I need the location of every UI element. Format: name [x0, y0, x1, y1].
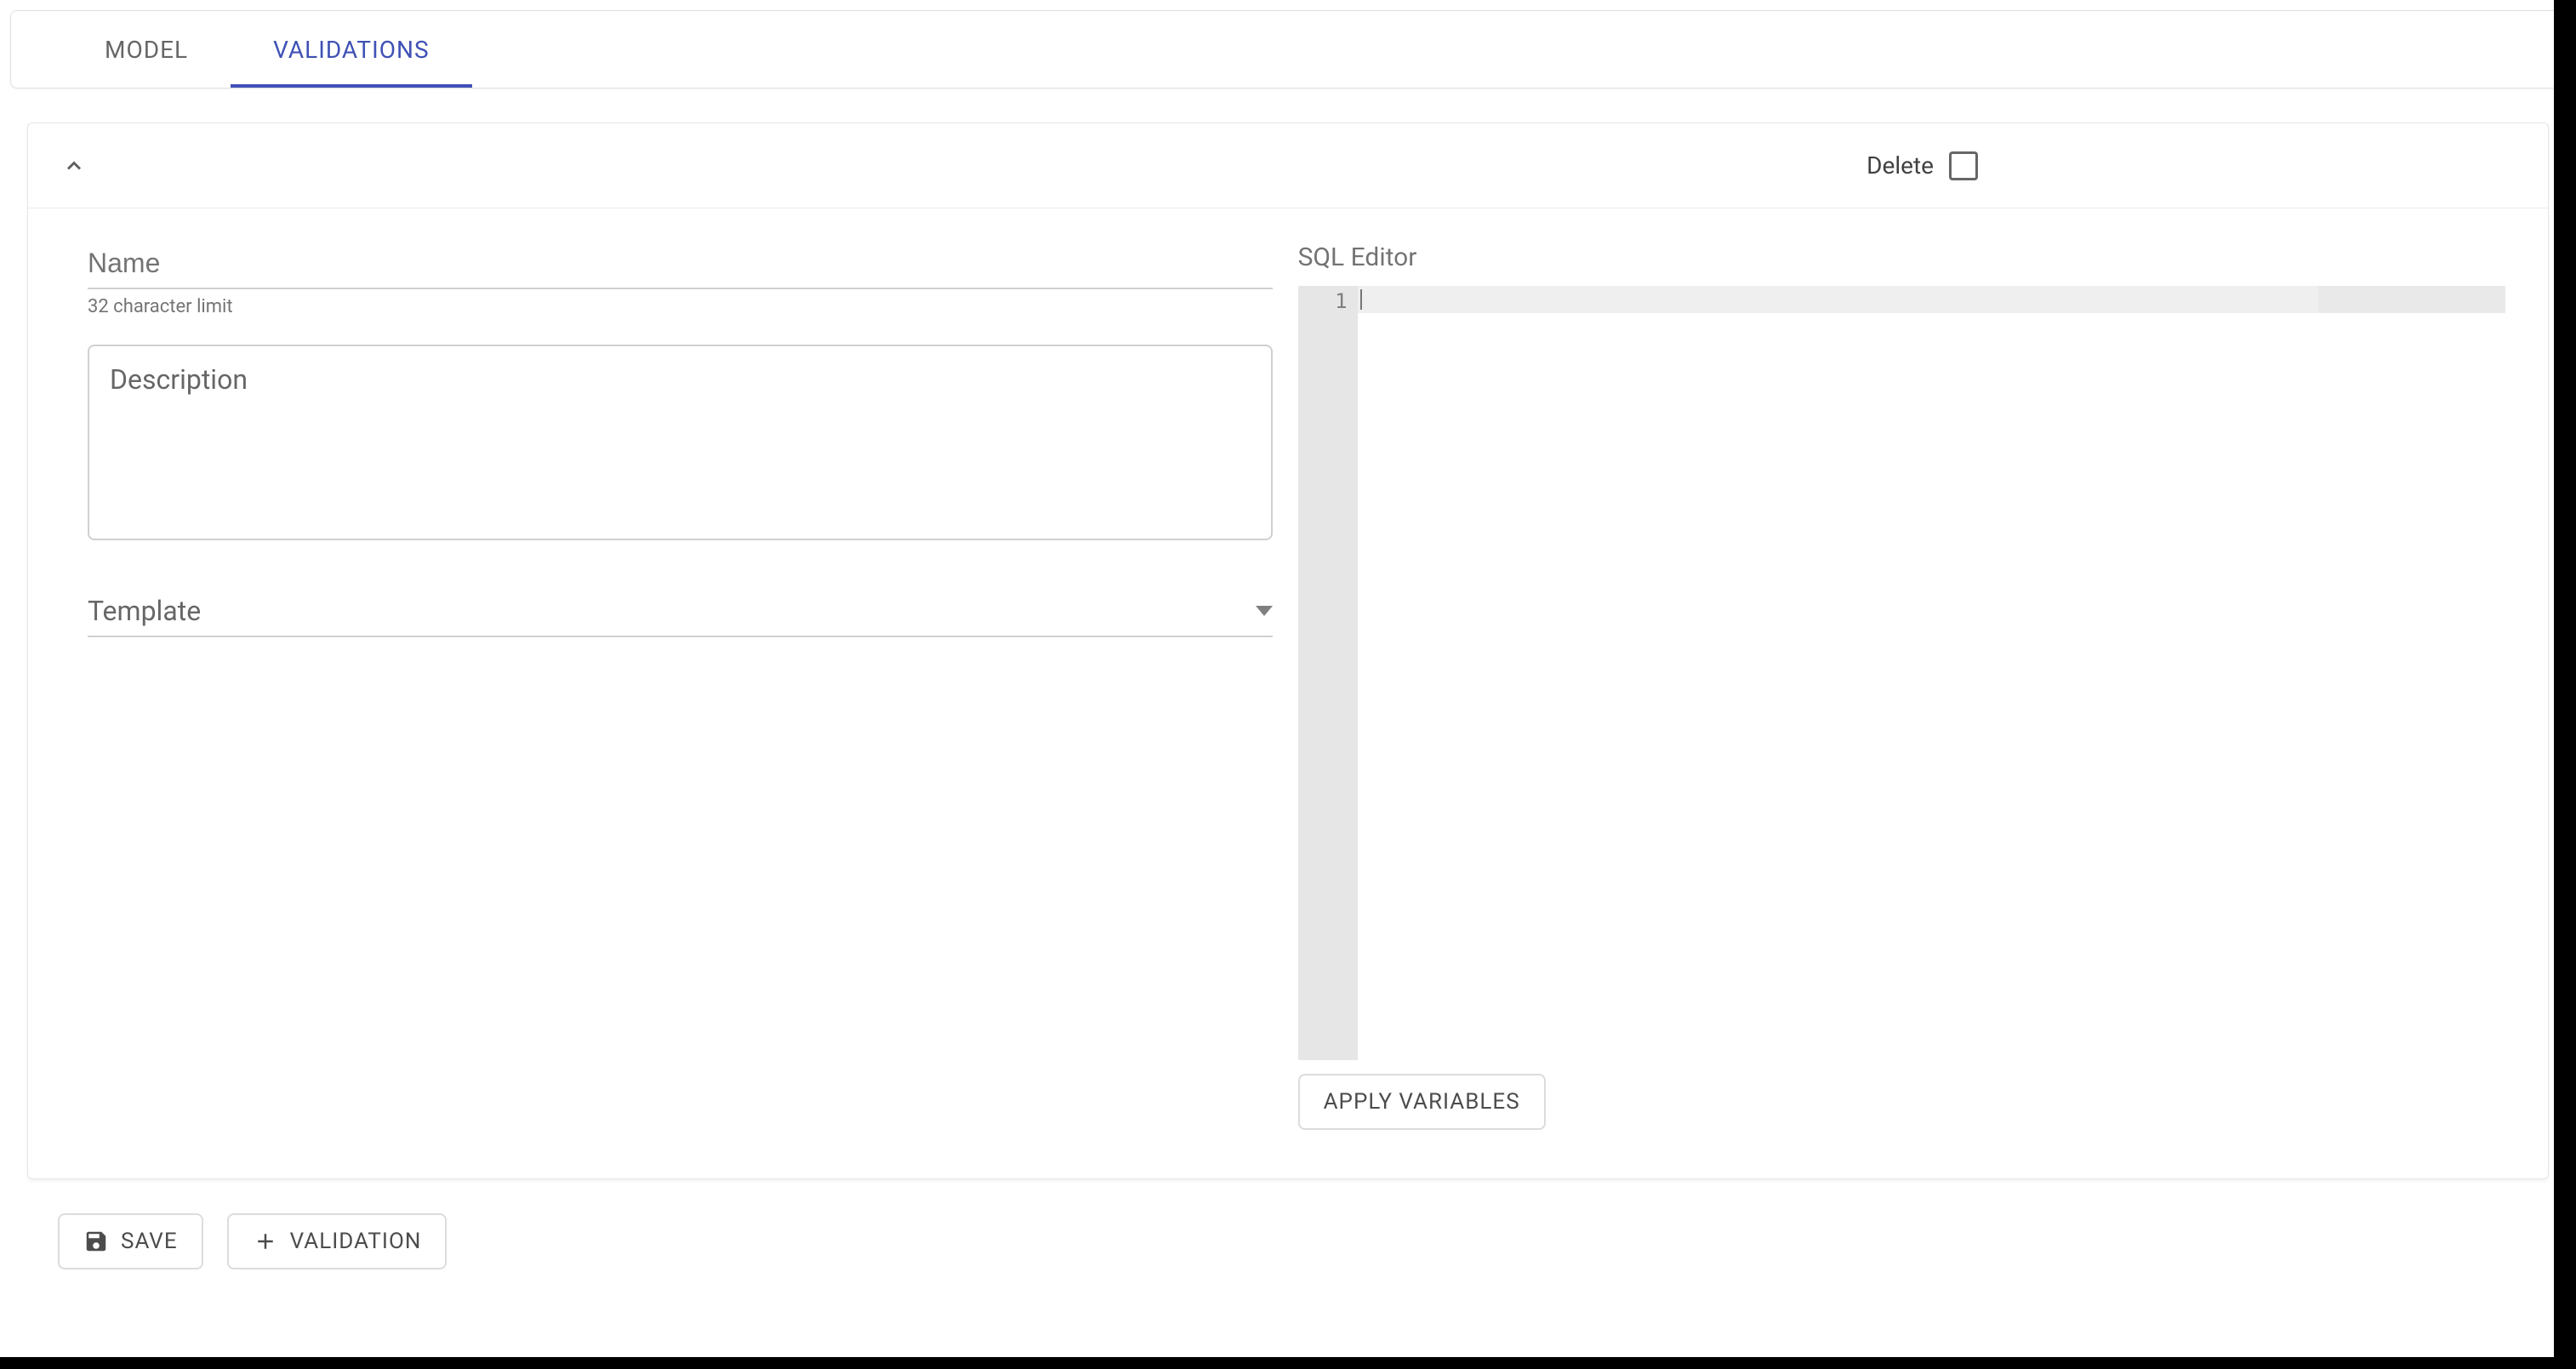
save-button[interactable]: SAVE [58, 1213, 203, 1269]
name-helper-text: 32 character limit [88, 296, 1273, 317]
template-placeholder: Template [88, 595, 201, 627]
sql-line-number: 1 [1302, 289, 1348, 313]
sql-cursor [1360, 289, 1362, 310]
sql-editor-label: SQL Editor [1298, 242, 2505, 272]
chevron-up-icon[interactable] [62, 154, 86, 178]
delete-label: Delete [1866, 151, 1934, 180]
name-input[interactable] [88, 242, 1273, 289]
description-textarea[interactable] [88, 345, 1273, 540]
frame-bottom [0, 1357, 2576, 1369]
apply-variables-label: APPLY VARIABLES [1324, 1089, 1520, 1115]
delete-toggle: Delete [1866, 151, 1978, 180]
card-header: Delete [28, 123, 2548, 208]
delete-checkbox[interactable] [1949, 151, 1978, 180]
add-validation-label: VALIDATION [290, 1229, 422, 1254]
tab-validations[interactable]: VALIDATIONS [231, 11, 472, 88]
sql-gutter: 1 [1298, 286, 1358, 1060]
template-select[interactable]: Template [88, 590, 1273, 637]
add-validation-button[interactable]: VALIDATION [227, 1213, 447, 1269]
save-icon [83, 1229, 109, 1254]
sql-minimap [2318, 286, 2505, 313]
apply-variables-button[interactable]: APPLY VARIABLES [1298, 1074, 1546, 1130]
tab-validations-label: VALIDATIONS [273, 36, 430, 64]
validation-card: Delete 32 character limit Template SQL E… [27, 123, 2549, 1179]
sql-code-area[interactable] [1358, 286, 2505, 1060]
tabs-bar: MODEL VALIDATIONS [10, 10, 2566, 88]
tab-model[interactable]: MODEL [62, 11, 231, 88]
frame-right [2554, 0, 2576, 1369]
caret-down-icon [1256, 606, 1273, 616]
save-label: SAVE [121, 1229, 178, 1254]
footer-actions: SAVE VALIDATION [10, 1196, 2566, 1286]
sql-editor[interactable]: 1 [1298, 286, 2505, 1060]
tab-model-label: MODEL [105, 36, 188, 64]
plus-icon [253, 1229, 278, 1254]
